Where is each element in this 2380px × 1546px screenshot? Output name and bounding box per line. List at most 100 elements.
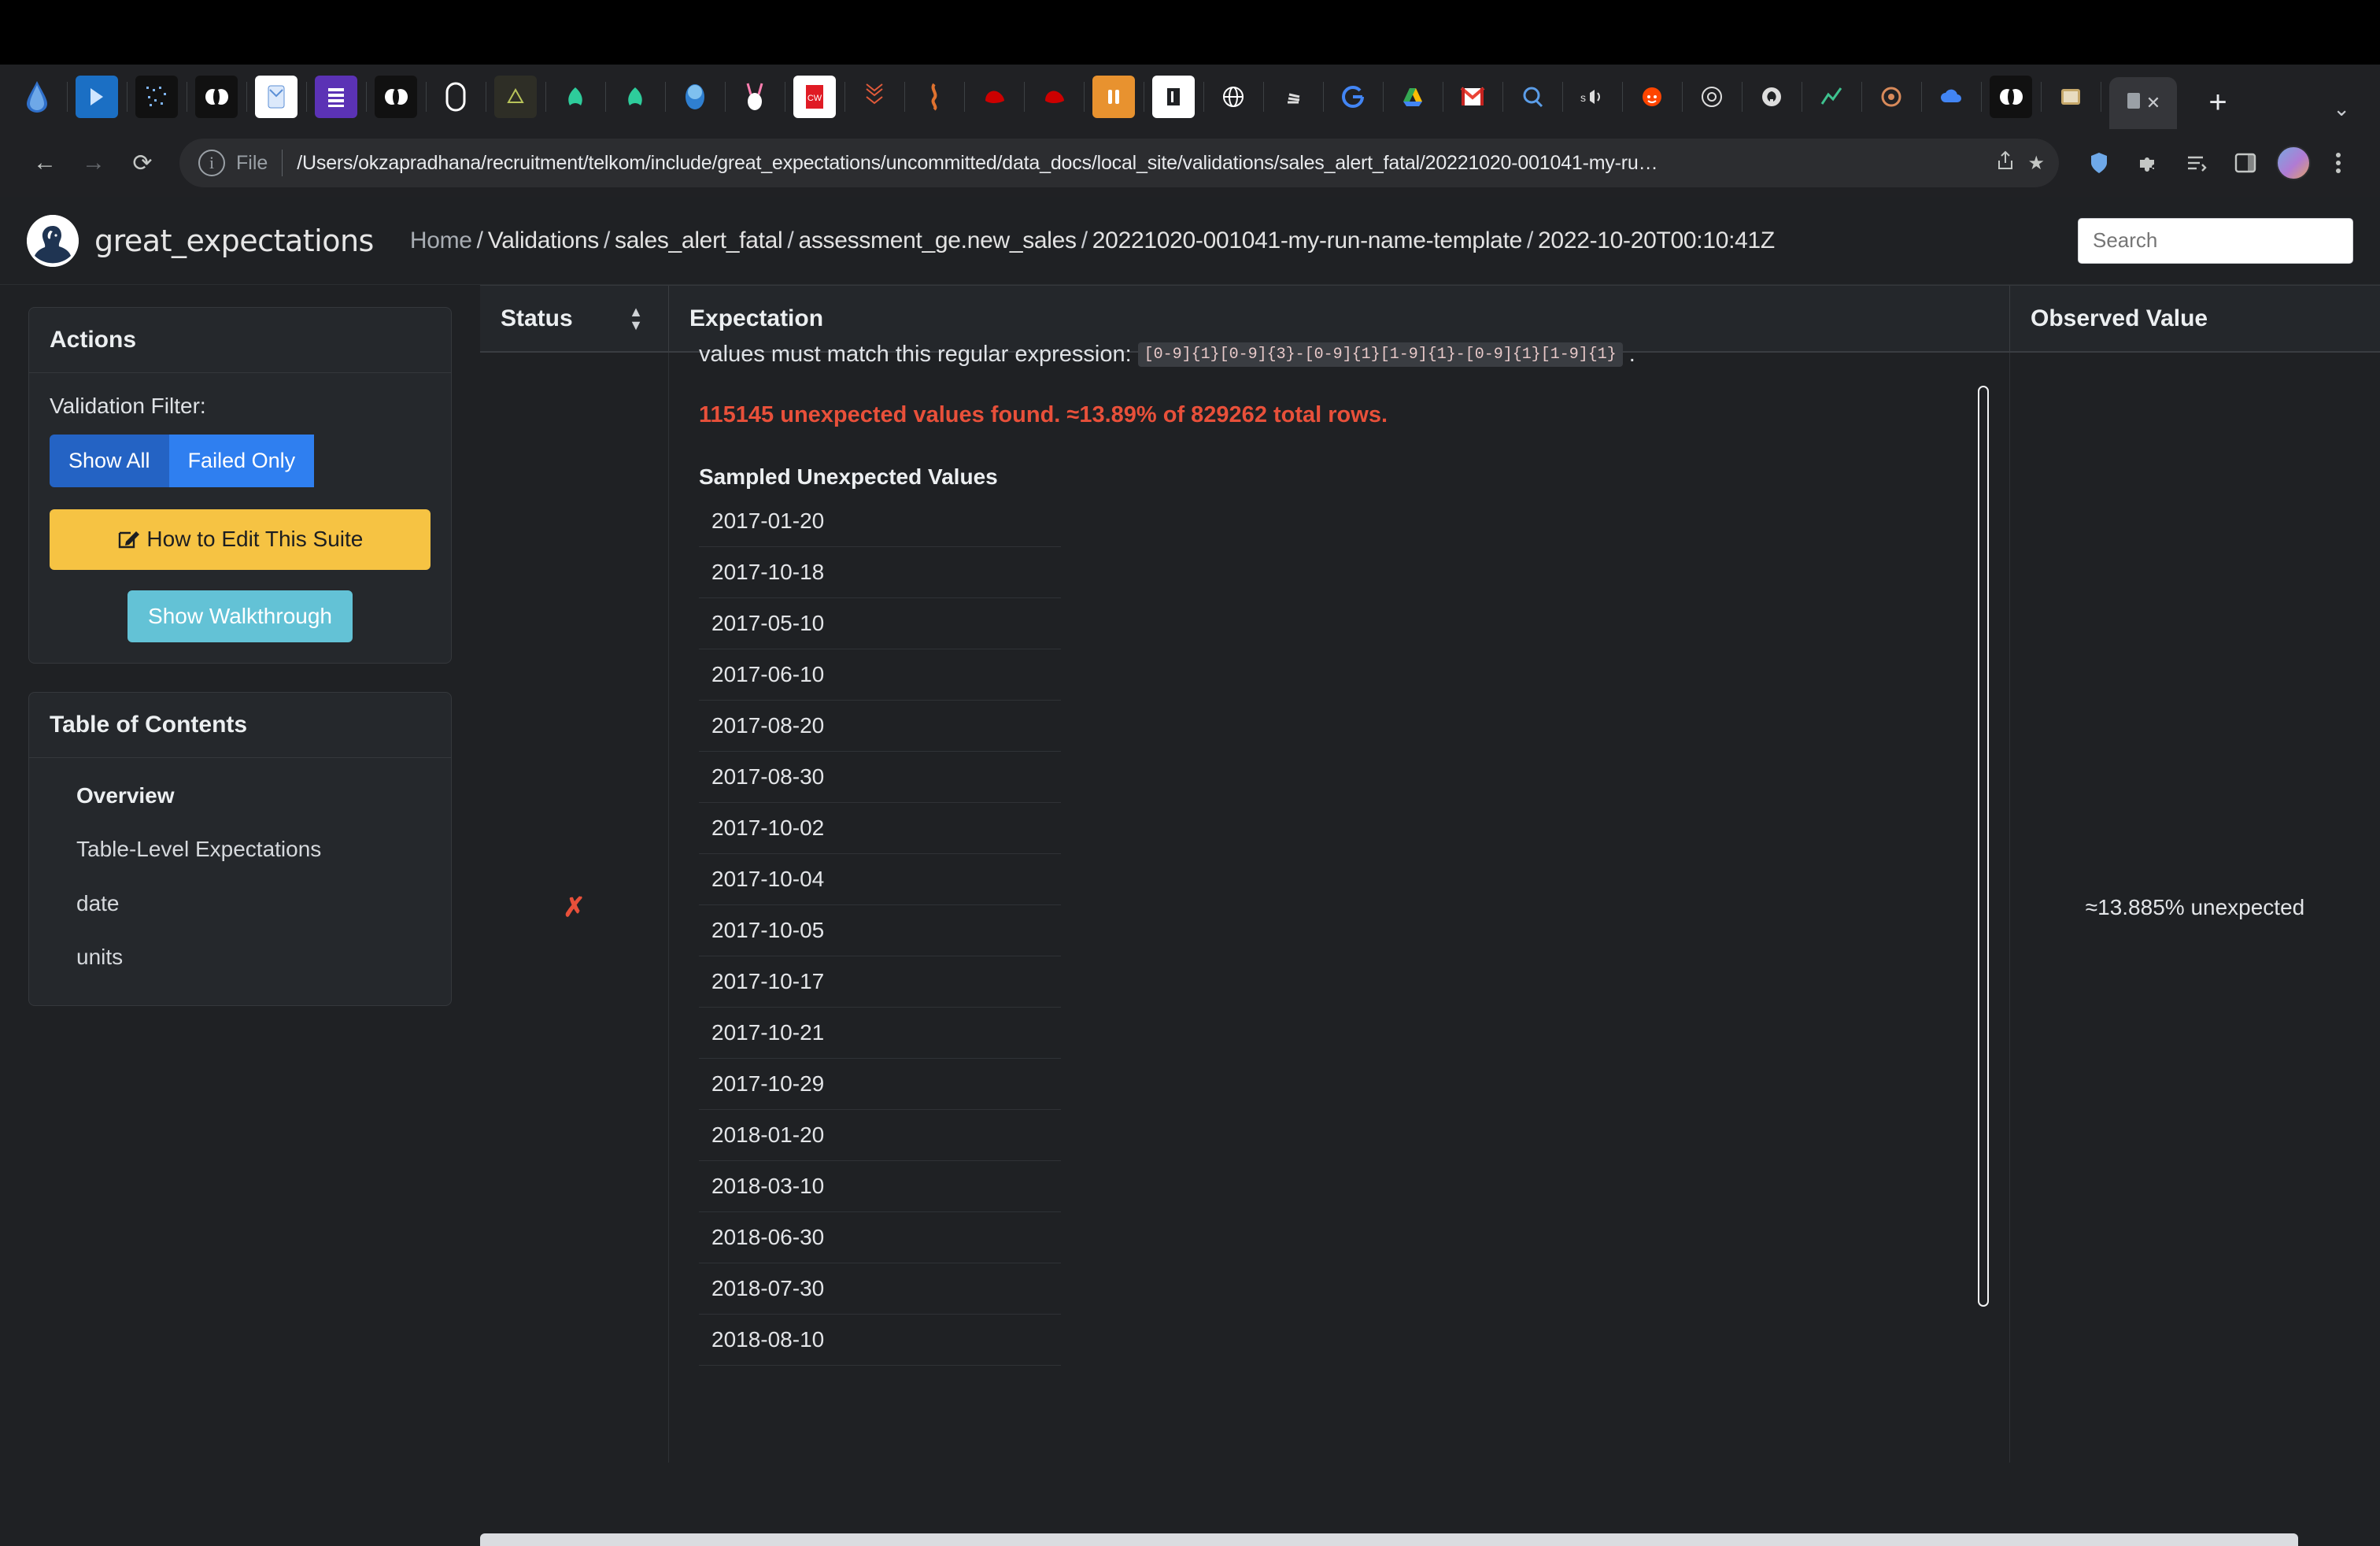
tab-search-chevron-down-icon[interactable]: ⌄ [2333,97,2350,121]
bookmark-copper-icon[interactable] [1870,76,1913,118]
bookmark-flask-icon[interactable] [913,76,955,118]
forward-button[interactable]: → [69,139,118,187]
bookmark-book-icon[interactable] [2049,76,2092,118]
page-info-icon[interactable]: i [198,150,225,176]
toc-item-date[interactable]: date [50,877,431,930]
reload-button[interactable]: ⟳ [118,139,167,187]
bookmark-sound-icon[interactable]: s [1571,76,1613,118]
reading-list-icon[interactable] [2175,142,2218,184]
bookmark-drive-icon[interactable] [1391,76,1434,118]
show-walkthrough-button[interactable]: Show Walkthrough [128,590,353,642]
bookmark-chart-icon[interactable] [1810,76,1853,118]
bookmark-hat2-icon[interactable] [1033,76,1075,118]
back-button[interactable]: ← [20,139,69,187]
bookmark-globe-icon[interactable] [674,76,716,118]
bookmark-reddit-icon[interactable] [1631,76,1673,118]
bookmark-play-icon[interactable] [76,76,118,118]
app-brand: great_expectations [94,224,374,258]
sampled-values-list: 2017-01-20 2017-10-18 2017-05-10 2017-06… [699,496,1061,1366]
list-item: 2017-10-21 [699,1008,1061,1059]
validation-filter-label: Validation Filter: [50,394,431,419]
bookmark-stack-overflow-icon[interactable] [1272,76,1314,118]
bookmark-at-icon[interactable] [1691,76,1733,118]
bookmark-film-icon[interactable] [195,76,238,118]
bookmark-jira-icon[interactable] [1092,76,1135,118]
breadcrumb-item-validations[interactable]: Validations [488,227,599,253]
bookmark-droplet-icon[interactable] [16,76,58,118]
toc-body: Overview Table-Level Expectations date u… [29,758,451,1005]
bookmark-mountain-icon[interactable] [494,76,537,118]
breadcrumb-sep-0: / [472,227,488,253]
page-content: great_expectations Home/Validations/sale… [0,197,2380,1546]
regex-code: [0-9]{1}[0-9]{3}-[0-9]{1}[1-9]{1}-[0-9]{… [1138,342,1623,367]
bookmark-cloud-icon[interactable] [1930,76,1972,118]
browser-window: CW [0,0,2380,1546]
page-scrollbar-bottom[interactable] [480,1533,2298,1546]
bookmark-cw-icon[interactable]: CW [793,76,836,118]
tab-close-icon[interactable]: ✕ [2146,93,2160,113]
bookmark-hat-icon[interactable] [973,76,1015,118]
extensions-icon[interactable] [2127,142,2169,184]
list-item: 2017-08-30 [699,752,1061,803]
how-to-edit-suite-button[interactable]: How to Edit This Suite [50,509,431,570]
bookmark-layers-icon[interactable] [853,76,896,118]
list-item: 2017-05-10 [699,598,1061,649]
bookmark-notion-icon[interactable] [1152,76,1195,118]
show-all-button[interactable]: Show All [50,435,169,487]
bookmark-leaf2-icon[interactable] [614,76,656,118]
breadcrumb-sep-3: / [1077,227,1092,253]
status-badge: ✗ [480,353,669,1463]
observed-value-cell: ≈13.885% unexpected [2010,353,2380,1463]
breadcrumb-sep-1: / [599,227,615,253]
breadcrumb-item-run[interactable]: 20221020-001041-my-run-name-template [1092,227,1522,253]
toc-item-overview[interactable]: Overview [50,769,431,823]
new-tab-button[interactable]: + [2194,79,2241,126]
shield-icon[interactable] [2078,142,2120,184]
bookmark-table-icon[interactable] [315,76,357,118]
sort-arrows-icon[interactable]: ▲▼ [629,306,643,331]
bookmark-mail-icon[interactable] [255,76,298,118]
breadcrumb-item-timestamp[interactable]: 2022-10-20T00:10:41Z [1538,227,1775,253]
bookmark-web-icon[interactable] [1212,76,1255,118]
breadcrumb-sep-2: / [782,227,798,253]
bookmark-leaf-icon[interactable] [554,76,597,118]
toc-item-units[interactable]: units [50,930,431,984]
list-item: 2017-10-29 [699,1059,1061,1110]
column-header-status[interactable]: Status ▲▼ [480,286,669,351]
bookmark-magnify-icon[interactable] [1511,76,1554,118]
address-bar[interactable]: i File /Users/okzapradhana/recruitment/t… [179,139,2059,187]
expectation-inner-scrollbar[interactable] [1978,386,1989,1307]
bookmark-github-capsule-icon[interactable] [434,76,477,118]
browser-tab-active[interactable]: ✕ [2109,77,2177,129]
bookmark-star-icon[interactable]: ★ [2027,152,2045,175]
breadcrumb-home[interactable]: Home [410,227,472,253]
breadcrumb-item-suite[interactable]: sales_alert_fatal [615,227,782,253]
share-icon[interactable] [1996,150,2015,176]
url-text[interactable]: /Users/okzapradhana/recruitment/telkom/i… [297,152,1983,175]
list-item: 2018-08-10 [699,1315,1061,1366]
actions-card: Actions Validation Filter: Show All Fail… [28,307,452,664]
bookmark-matrix-icon[interactable] [135,76,178,118]
edit-pencil-icon [117,527,147,551]
bookmark-google-icon[interactable] [1332,76,1374,118]
list-item: 2017-01-20 [699,496,1061,547]
failed-only-button[interactable]: Failed Only [169,435,315,487]
browser-menu-icon[interactable] [2317,142,2360,184]
profile-avatar[interactable] [2276,146,2311,180]
tab-strip: ✕ + ⌄ [2109,65,2364,129]
search-input[interactable] [2093,228,2338,253]
search-box[interactable] [2078,218,2353,264]
ge-portrait-logo-icon [27,215,79,267]
bookmark-film3-icon[interactable] [1990,76,2032,118]
column-header-status-label: Status [501,305,573,332]
bookmark-gmail-icon[interactable] [1451,76,1494,118]
toc-item-table-level-expectations[interactable]: Table-Level Expectations [50,823,325,876]
bookmark-rabbit-icon[interactable] [734,76,776,118]
breadcrumb-item-asset[interactable]: assessment_ge.new_sales [798,227,1076,253]
side-panel-icon[interactable] [2224,142,2267,184]
bookmark-github-icon[interactable] [1750,76,1793,118]
actions-title: Actions [29,308,451,373]
breadcrumb-sep-4: / [1522,227,1538,253]
bookmark-film2-icon[interactable] [375,76,417,118]
tab-favicon [2126,91,2142,115]
